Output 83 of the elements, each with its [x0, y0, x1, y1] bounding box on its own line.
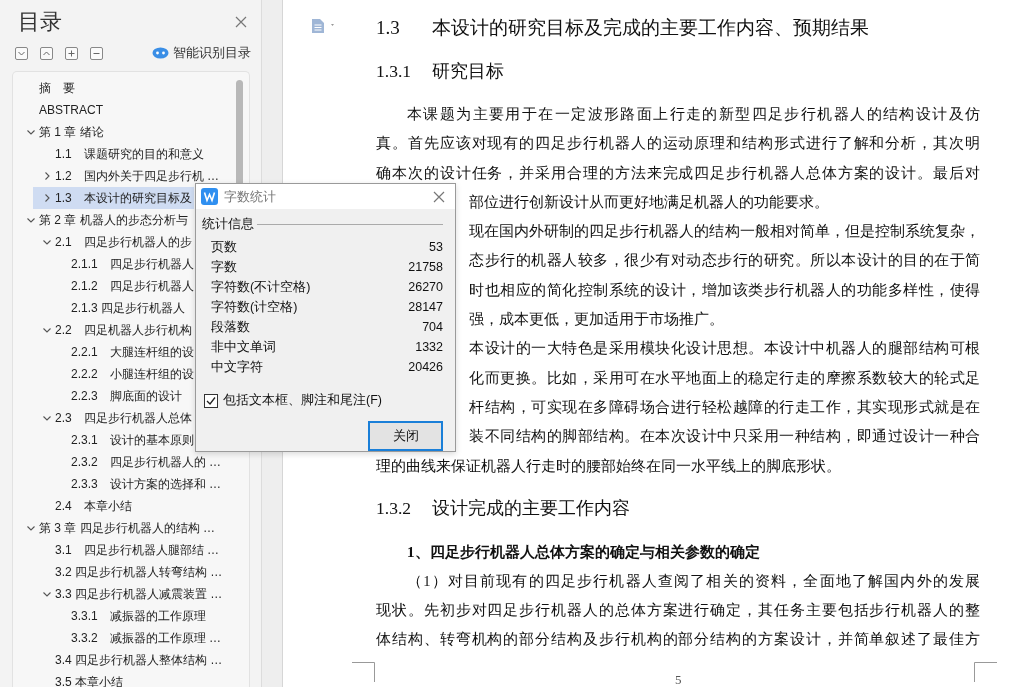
body-text-line: 现状。先初步对四足步行机器人的总体方案进行确定，其任务主要包括步行机器人的整 [376, 601, 980, 621]
expand-chevron-icon[interactable] [40, 46, 53, 60]
body-text-line: 态步行的机器人较多，很少有对动态步行的研究。所以本设计的目的在于简 [469, 251, 980, 271]
page-number: 5 [675, 672, 682, 687]
toc-item[interactable]: 3.3.1 减振器的工作原理 [49, 605, 208, 627]
app-logo-icon [201, 188, 218, 205]
body-text-line: 杆结构，可实现在多障碍场合进行轻松越障的行走工作，其实现形式就是在 [469, 397, 980, 417]
stat-value: 20426 [408, 360, 443, 374]
toc-item[interactable]: ABSTRACT [17, 99, 105, 121]
toc-item[interactable]: 3.2 四足步行机器人转弯结构 … [33, 561, 225, 583]
heading-number: 1.3.2 [376, 496, 412, 520]
body-text-line: 体结构、转弯机构的部分结构及步行机构的部分结构的方案设计，并简单叙述了最佳方 [376, 630, 980, 650]
subheading: 1、四足步行机器人总体方案的确定与相关参数的确定 [406, 542, 760, 562]
toc-item[interactable]: 2.2.3 脚底面的设计 [49, 385, 184, 407]
toc-item[interactable]: 2.3 四足步行机器人总体 [33, 407, 194, 429]
toc-item[interactable]: 2.3.3 设计方案的选择和 … [49, 473, 224, 495]
body-text-line: 时也相应的简化控制系统的设计，增加该类步行机器人的功能多样性，使得 [469, 280, 980, 300]
group-label: 统计信息 [202, 216, 254, 233]
stat-label: 页数 [211, 238, 237, 256]
stat-label: 字数 [211, 258, 237, 276]
stat-value: 1332 [415, 340, 443, 354]
stat-value: 53 [429, 240, 443, 254]
toc-item[interactable]: 3.3.2 减振器的工作原理 … [49, 627, 224, 649]
body-text-line: （1）对目前现有的四足步行机器人查阅了相关的资料，全面地了解国内外的发展 [406, 571, 980, 591]
crop-mark [352, 662, 375, 682]
toc-item[interactable]: 2.3.1 设计的基本原则 [49, 429, 196, 451]
body-text-line: 本课题为主要用于在一定波形路面上行走的新型四足步行机器人的结构设计及仿 [406, 105, 980, 124]
toc-item[interactable]: 2.2 四足机器人步行机构 [33, 319, 194, 341]
toc-item[interactable]: 1.3 本设计的研究目标及 [33, 187, 194, 209]
toc-item[interactable]: 1.2 国内外关于四足步行机 … [33, 165, 221, 187]
body-text-line: 部位进行创新设计从而更好地满足机器人的功能要求。 [469, 192, 829, 212]
stat-label: 非中文单词 [211, 338, 276, 356]
body-text-line: 现在国内外研制的四足步行机器人的结构一般相对简单，但是控制系统复杂， [469, 222, 980, 242]
plus-icon[interactable] [65, 46, 78, 60]
bot-face-icon [152, 47, 169, 59]
body-text-line: 强，成本更低，更加适用于市场推广。 [469, 310, 724, 330]
body-text-line: 理的曲线来保证机器人行走时的腰部始终在同一水平线上的脚底形状。 [376, 456, 841, 476]
checkbox-label[interactable]: 包括文本框、脚注和尾注(F) [223, 392, 382, 409]
heading-number: 1.3 [376, 16, 401, 40]
toc-item[interactable]: 2.4 本章小结 [33, 495, 134, 517]
toc-item[interactable]: 第 2 章 机器人的步态分析与 [17, 209, 190, 231]
heading-number: 1.3.1 [376, 60, 412, 83]
toc-item[interactable]: 3.5 本章小结 [33, 671, 125, 687]
body-text-line: 装不同结构的脚部结构。在本次设计中只采用一种结构，即通过设计一种合 [469, 427, 980, 447]
toc-item[interactable]: 3.3 四足步行机器人减震装置 … [33, 583, 225, 605]
toc-item[interactable]: 2.2.2 小腿连杆组的设 [49, 363, 196, 385]
toc-item[interactable]: 2.2.1 大腿连杆组的设 [49, 341, 196, 363]
heading-title: 研究目标 [432, 60, 504, 83]
toc-item[interactable]: 1.1 课题研究的目的和意义 [33, 143, 206, 165]
toc-item[interactable]: 3.4 四足步行机器人整体结构 … [33, 649, 225, 671]
heading-title: 本设计的研究目标及完成的主要工作内容、预期结果 [432, 16, 869, 40]
stat-label: 中文字符 [211, 358, 263, 376]
body-text-line: 本设计的一大特色是采用模块化设计思想。本设计中机器人的腿部结构可根 [469, 339, 980, 359]
stat-value: 28147 [408, 300, 443, 314]
toc-item[interactable]: 第 3 章 四足步行机器人的结构 … [17, 517, 217, 539]
body-text-line: 化而更换。比如，采用可在水平地面上的稳定行走的摩擦系数较大的轮式足 [469, 368, 980, 388]
toc-item[interactable]: 第 1 章 绪论 [17, 121, 106, 143]
stat-value: 26270 [408, 280, 443, 294]
toc-item[interactable]: 3.1 四足步行机器人腿部结 … [33, 539, 221, 561]
stat-label: 字符数(不计空格) [211, 278, 311, 296]
toc-item[interactable]: 2.1.3 四足步行机器人 [49, 297, 188, 319]
toc-item[interactable]: 2.1 四足步行机器人的步 [33, 231, 194, 253]
minus-icon[interactable] [90, 46, 103, 60]
stat-value: 21758 [408, 260, 443, 274]
close-icon[interactable] [433, 190, 445, 203]
close-icon[interactable] [235, 16, 247, 28]
stat-label: 段落数 [211, 318, 250, 336]
body-text-line: 真。首先应该对现有的四足步行机器人的运动原理和结构形式进行了解和分析，其次明 [376, 134, 980, 154]
stat-label: 字符数(计空格) [211, 298, 298, 316]
body-text-line: 确本次的设计任务，并采用合理的方法来完成四足步行机器人总体方案的设计。最后对 [376, 163, 980, 183]
close-button[interactable]: 关闭 [368, 421, 443, 451]
toc-item[interactable]: 2.1.2 四足步行机器人 [49, 275, 196, 297]
toc-item[interactable]: 2.3.2 四足步行机器人的 … [49, 451, 224, 473]
checkbox[interactable] [204, 393, 218, 408]
heading-title: 设计完成的主要工作内容 [432, 496, 630, 520]
panel-title: 目录 [18, 8, 62, 36]
collapse-chevron-icon[interactable] [15, 46, 28, 60]
stat-value: 704 [422, 320, 443, 334]
smart-toc-button[interactable]: 智能识别目录 [152, 44, 251, 62]
crop-mark [974, 662, 997, 682]
toc-item[interactable]: 2.1.1 四足步行机器人 [49, 253, 196, 275]
dialog-title: 字数统计 [224, 187, 277, 206]
toc-item[interactable]: 摘 要 [17, 77, 77, 99]
